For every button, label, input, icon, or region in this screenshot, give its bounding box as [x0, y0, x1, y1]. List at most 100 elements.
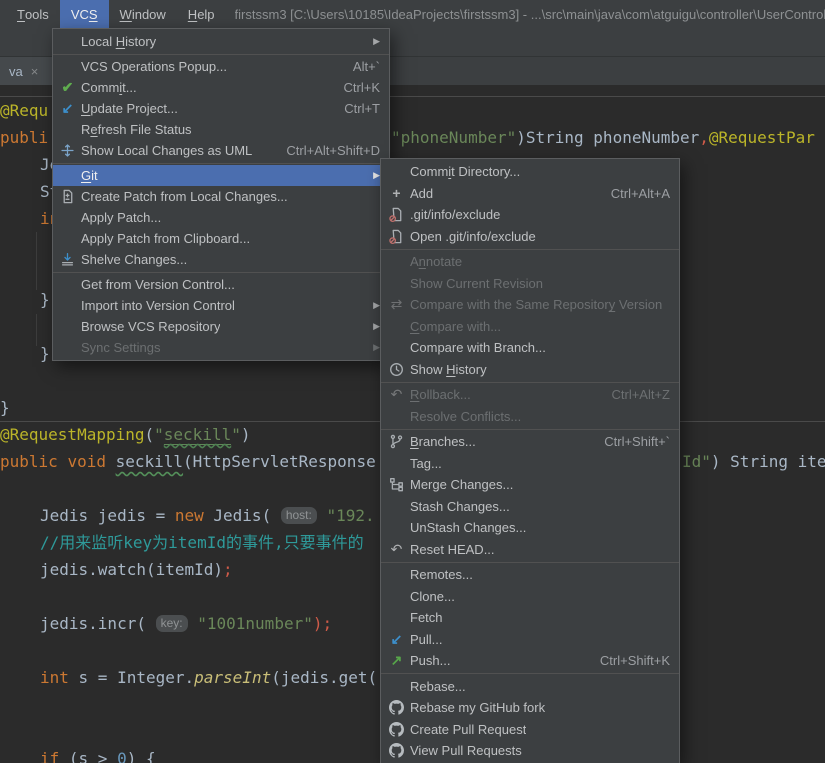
menu-item-label: .git/info/exclude	[410, 207, 500, 222]
code-token: ) String ite	[711, 452, 825, 471]
code-token: seckill	[116, 452, 183, 471]
menu-item-label: Git	[81, 168, 98, 183]
menu-item-commit-directory[interactable]: Commit Directory...	[381, 161, 679, 183]
editor-tab-java-file[interactable]: va ×	[0, 57, 57, 85]
submenu-arrow-icon: ▶	[357, 300, 380, 311]
github-icon	[387, 743, 406, 759]
menu-item-label: Create Pull Request	[410, 722, 526, 737]
submenu-arrow-icon: ▶	[357, 321, 380, 332]
menu-separator	[381, 382, 679, 383]
menu-item-remotes[interactable]: Remotes...	[381, 564, 679, 586]
menubar-item-help[interactable]: Help	[177, 0, 226, 28]
menu-item-add[interactable]: +AddCtrl+Alt+A	[381, 183, 679, 205]
code-line: @Requ	[0, 97, 48, 124]
code-token: (jedis.get(	[271, 668, 377, 687]
menu-item-update-project[interactable]: ↙Update Project...Ctrl+T	[53, 98, 389, 119]
submenu-arrow-icon: ▶	[357, 170, 380, 181]
menu-item-clone[interactable]: Clone...	[381, 586, 679, 608]
icon-placeholder	[58, 59, 77, 75]
code-token: "1001number"	[197, 614, 313, 633]
menu-item-sync-settings: Sync Settings▶	[53, 337, 389, 358]
icon-placeholder	[387, 455, 406, 471]
menu-item-label: Commit Directory...	[410, 164, 520, 179]
menu-item-refresh-file-status[interactable]: Refresh File Status	[53, 119, 389, 140]
code-line: }	[40, 286, 50, 313]
menu-item-push[interactable]: ↗Push...Ctrl+Shift+K	[381, 650, 679, 672]
menu-item-unstash-changes[interactable]: UnStash Changes...	[381, 517, 679, 539]
menu-item-rebase-my-github-fork[interactable]: Rebase my GitHub fork	[381, 697, 679, 719]
menu-item-compare-with-branch[interactable]: Compare with Branch...	[381, 337, 679, 359]
merge-icon	[387, 477, 406, 493]
menu-item-pull[interactable]: ↙Pull...	[381, 629, 679, 651]
menu-item-import-into-version-control[interactable]: Import into Version Control▶	[53, 295, 389, 316]
menu-shortcut: Ctrl+Alt+Z	[595, 387, 670, 402]
menu-item-label: Commit...	[81, 80, 137, 95]
menu-item-tag[interactable]: Tag...	[381, 453, 679, 475]
menu-item-merge-changes[interactable]: Merge Changes...	[381, 474, 679, 496]
code-token: ;	[223, 560, 233, 579]
icon-placeholder	[387, 678, 406, 694]
menu-item-apply-patch[interactable]: Apply Patch...	[53, 207, 389, 228]
menu-item-browse-vcs-repository[interactable]: Browse VCS Repository▶	[53, 316, 389, 337]
menu-item-label: Get from Version Control...	[81, 277, 235, 292]
menubar-item-vcs[interactable]: VCS	[60, 0, 109, 28]
menu-item-annotate: Annotate	[381, 251, 679, 273]
code-line: //用来监听key为itemId的事件,只要事件的	[40, 529, 364, 556]
menu-item-compare-with-the-same-repository-version: ⇄Compare with the Same Repository Versio…	[381, 294, 679, 316]
menu-item-label: Compare with Branch...	[410, 340, 546, 355]
undo-icon: ↶	[387, 387, 406, 403]
icon-placeholder	[58, 168, 77, 184]
menu-item-fetch[interactable]: Fetch	[381, 607, 679, 629]
menu-item-rebase[interactable]: Rebase...	[381, 676, 679, 698]
menu-item-git-info-exclude[interactable]: .git/info/exclude	[381, 204, 679, 226]
menu-item-label: Pull...	[410, 632, 443, 647]
tab-close-icon[interactable]: ×	[31, 65, 39, 78]
menu-shortcut: Ctrl+Shift+K	[584, 653, 670, 668]
icon-placeholder	[387, 498, 406, 514]
menu-item-label: Show History	[410, 362, 487, 377]
menu-item-label: Create Patch from Local Changes...	[81, 189, 288, 204]
menu-item-label: Local History	[81, 34, 156, 49]
menu-item-shelve-changes[interactable]: Shelve Changes...	[53, 249, 389, 270]
code-token: Jedis(	[204, 506, 281, 525]
menu-item-label: Rebase my GitHub fork	[410, 700, 545, 715]
menu-item-create-pull-request[interactable]: Create Pull Request	[381, 719, 679, 741]
menu-item-get-from-version-control[interactable]: Get from Version Control...	[53, 274, 389, 295]
code-token: "	[154, 425, 164, 444]
code-line: int s = Integer.parseInt(jedis.get(	[40, 664, 377, 691]
icon-placeholder	[387, 610, 406, 626]
menu-item-create-patch-from-local-changes[interactable]: Create Patch from Local Changes...	[53, 186, 389, 207]
menu-item-local-history[interactable]: Local History▶	[53, 31, 389, 52]
menu-item-show-current-revision: Show Current Revision	[381, 273, 679, 295]
menu-item-commit[interactable]: ✔Commit...Ctrl+K	[53, 77, 389, 98]
menu-item-label: Sync Settings	[81, 340, 161, 355]
code-token: "192.	[326, 506, 374, 525]
menu-shortcut: Ctrl+K	[328, 80, 380, 95]
menu-item-vcs-operations-popup[interactable]: VCS Operations Popup...Alt+`	[53, 56, 389, 77]
menu-item-git[interactable]: Git ▶	[53, 165, 389, 186]
code-token: if	[40, 749, 59, 763]
menu-item-show-history[interactable]: Show History	[381, 359, 679, 381]
uml-icon	[58, 143, 77, 159]
menu-item-label: Rollback...	[410, 387, 471, 402]
github-icon	[387, 721, 406, 737]
menu-item-open-git-info-exclude[interactable]: Open .git/info/exclude	[381, 226, 679, 248]
menu-item-apply-patch-from-clipboard[interactable]: Apply Patch from Clipboard...	[53, 228, 389, 249]
menu-item-label: Update Project...	[81, 101, 178, 116]
code-token: )String phoneNumber	[516, 128, 699, 147]
main-window: @Requpubli"phoneNumber")String phoneNumb…	[0, 0, 825, 763]
menu-item-branches[interactable]: Branches...Ctrl+Shift+`	[381, 431, 679, 453]
menubar-item-tools[interactable]: Tools	[6, 0, 60, 28]
patch-icon	[58, 189, 77, 205]
menu-item-stash-changes[interactable]: Stash Changes...	[381, 496, 679, 518]
icon-placeholder	[58, 34, 77, 50]
icon-placeholder	[387, 520, 406, 536]
menu-item-label: Push...	[410, 653, 450, 668]
menu-item-reset-head[interactable]: ↶Reset HEAD...	[381, 539, 679, 561]
icon-placeholder	[58, 319, 77, 335]
menu-item-show-local-changes-as-uml[interactable]: Show Local Changes as UMLCtrl+Alt+Shift+…	[53, 140, 389, 161]
menubar-item-window[interactable]: Window	[109, 0, 177, 28]
menu-shortcut: Ctrl+Alt+Shift+D	[270, 143, 380, 158]
menu-item-view-pull-requests[interactable]: View Pull Requests	[381, 740, 679, 762]
menu-item-label: View Pull Requests	[410, 743, 522, 758]
